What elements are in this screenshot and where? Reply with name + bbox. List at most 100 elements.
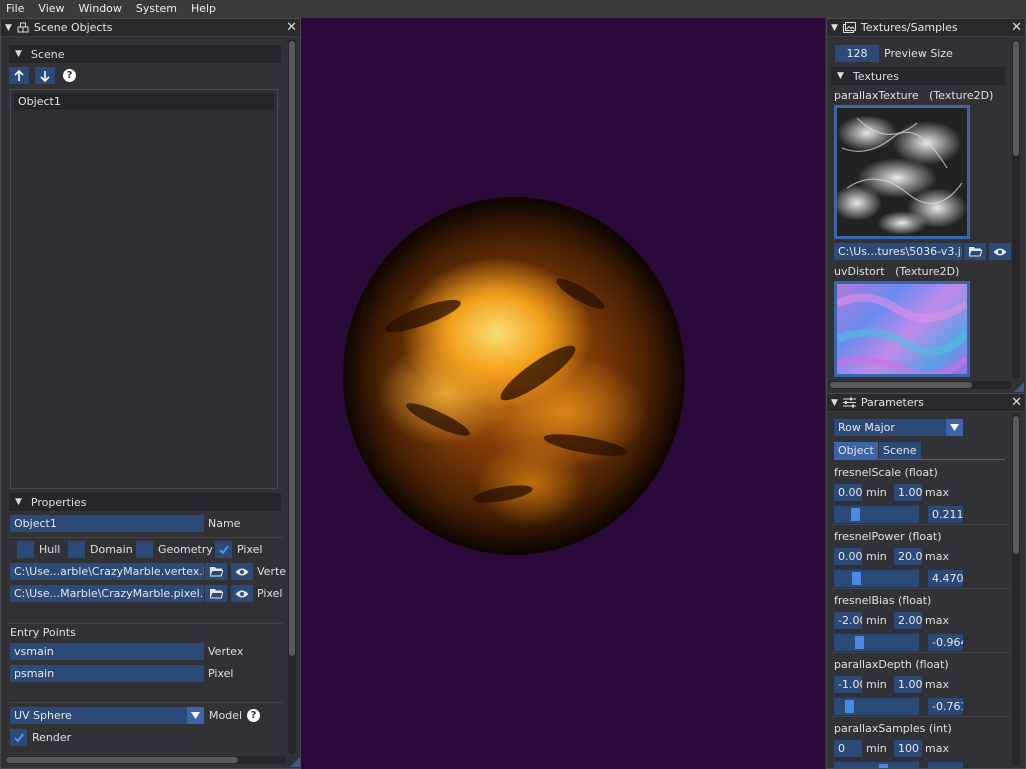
texture-name: uvDistort (Texture2D): [834, 265, 960, 278]
param-value-input[interactable]: -0.761: [928, 698, 963, 715]
view-vertex-button[interactable]: [231, 563, 253, 580]
vs-entry-input[interactable]: vsmain: [10, 643, 204, 660]
arrow-up-icon: [14, 69, 24, 81]
hull-checkbox[interactable]: [17, 541, 34, 558]
model-dropdown[interactable]: UV Sphere: [10, 707, 196, 724]
layout-dropdown-arrow[interactable]: [946, 419, 963, 436]
param-min-input[interactable]: 0.000: [834, 484, 862, 501]
param-slider[interactable]: [834, 762, 919, 768]
resize-grip[interactable]: [290, 757, 300, 767]
slider-grab[interactable]: [845, 700, 854, 713]
scene-section-header[interactable]: ▼ Scene: [9, 45, 281, 63]
model-dropdown-arrow[interactable]: [187, 707, 204, 724]
list-item[interactable]: Object1: [14, 93, 274, 110]
texture-path[interactable]: C:\Us...tures\5036-v3.jpg: [834, 243, 962, 260]
param-slider[interactable]: [834, 698, 919, 715]
vertical-scrollbar[interactable]: [1012, 414, 1020, 766]
collapse-triangle-icon: ▼: [15, 49, 22, 59]
scrollbar-thumb[interactable]: [6, 757, 238, 763]
slider-grab[interactable]: [855, 636, 864, 649]
param-slider[interactable]: [834, 506, 919, 523]
min-label: min: [866, 550, 887, 563]
param-max-input[interactable]: 20.00: [894, 548, 922, 565]
texture-preview[interactable]: [834, 281, 970, 379]
entry-points-label: Entry Points: [10, 626, 76, 639]
menu-system[interactable]: System: [129, 0, 184, 18]
scrollbar-thumb[interactable]: [1013, 416, 1019, 554]
param-value-input[interactable]: 4.4705: [928, 570, 963, 587]
textures-section-header[interactable]: ▼ Textures: [831, 67, 1005, 85]
texture-preview[interactable]: [832, 105, 970, 239]
collapse-triangle-icon[interactable]: ▼: [5, 23, 12, 33]
help-icon[interactable]: ?: [63, 69, 76, 82]
min-label: min: [866, 742, 887, 755]
param-slider[interactable]: [834, 570, 919, 587]
vertical-scrollbar[interactable]: [288, 39, 296, 754]
menu-window[interactable]: Window: [72, 0, 129, 18]
param-name: fresnelPower (float): [834, 530, 942, 543]
param-min-input[interactable]: -2.00: [834, 612, 862, 629]
menu-file[interactable]: File: [0, 0, 31, 18]
param-value-input[interactable]: -0.964: [928, 634, 963, 651]
view-texture-button[interactable]: [989, 243, 1011, 260]
slider-grab[interactable]: [851, 508, 860, 521]
param-max-input[interactable]: 100: [894, 740, 922, 757]
vs-entry-label: Vertex: [208, 645, 244, 658]
ps-entry-input[interactable]: psmain: [10, 665, 204, 682]
param-value-input[interactable]: [928, 762, 963, 768]
help-icon[interactable]: ?: [247, 709, 260, 722]
scrollbar-thumb[interactable]: [830, 382, 972, 388]
scrollbar-thumb[interactable]: [1013, 41, 1019, 156]
open-texture-button[interactable]: [964, 243, 986, 260]
tab-object[interactable]: Object: [834, 442, 878, 459]
properties-section-header[interactable]: ▼ Properties: [9, 493, 281, 511]
pixel-shader-path[interactable]: C:\Use...Marble\CrazyMarble.pixel.hlsl: [10, 585, 204, 602]
param-max-input[interactable]: 2.000: [894, 612, 922, 629]
param-value-input[interactable]: 0.2117: [928, 506, 963, 523]
parameters-titlebar[interactable]: ▼ Parameters ✕: [827, 394, 1025, 412]
horizontal-scrollbar[interactable]: [5, 756, 286, 764]
view-pixel-button[interactable]: [231, 585, 253, 602]
tab-scene[interactable]: Scene: [879, 442, 921, 459]
max-label: max: [925, 550, 949, 563]
move-down-button[interactable]: [35, 67, 55, 84]
matrix-layout-dropdown[interactable]: Row Major: [834, 419, 954, 436]
domain-checkbox[interactable]: [68, 541, 85, 558]
max-label: max: [925, 486, 949, 499]
name-input[interactable]: Object1: [10, 515, 204, 532]
render-checkbox[interactable]: [10, 729, 27, 746]
scrollbar-thumb[interactable]: [289, 41, 295, 656]
param-max-input[interactable]: 1.000: [894, 484, 922, 501]
close-icon[interactable]: ✕: [286, 20, 297, 35]
vertex-shader-path[interactable]: C:\Use...arble\CrazyMarble.vertex.hlsl: [10, 563, 204, 580]
param-slider[interactable]: [834, 634, 919, 651]
menu-help[interactable]: Help: [184, 0, 223, 18]
pixel-shader-label: Pixel: [257, 587, 283, 600]
param-max-input[interactable]: 1.000: [894, 676, 922, 693]
move-up-button[interactable]: [9, 67, 29, 84]
close-icon[interactable]: ✕: [1011, 20, 1022, 35]
vertical-scrollbar[interactable]: [1012, 39, 1020, 379]
folder-icon: [209, 589, 223, 599]
parameters-panel: ▼ Parameters ✕ Row Major Object Scene fr…: [826, 393, 1026, 769]
open-vertex-button[interactable]: [205, 563, 227, 580]
menu-view[interactable]: View: [31, 0, 71, 18]
param-min-input[interactable]: 0.000: [834, 548, 862, 565]
param-min-input[interactable]: -1.00: [834, 676, 862, 693]
close-icon[interactable]: ✕: [1011, 395, 1022, 410]
open-pixel-button[interactable]: [205, 585, 227, 602]
geometry-checkbox[interactable]: [136, 541, 153, 558]
scene-objects-titlebar[interactable]: ▼ Scene Objects ✕: [1, 19, 300, 37]
slider-grab[interactable]: [879, 764, 888, 768]
collapse-triangle-icon[interactable]: ▼: [831, 398, 838, 408]
render-viewport[interactable]: [301, 18, 825, 769]
texture-name: parallaxTexture (Texture2D): [834, 89, 994, 102]
horizontal-scrollbar[interactable]: [829, 381, 1011, 389]
preview-size-input[interactable]: 128: [835, 45, 879, 62]
collapse-triangle-icon[interactable]: ▼: [831, 23, 838, 33]
textures-titlebar[interactable]: ▼ Textures/Samples ✕: [827, 19, 1025, 37]
resize-grip[interactable]: [1014, 382, 1024, 392]
pixel-checkbox[interactable]: [215, 541, 232, 558]
slider-grab[interactable]: [852, 572, 861, 585]
param-min-input[interactable]: 0: [834, 740, 862, 757]
